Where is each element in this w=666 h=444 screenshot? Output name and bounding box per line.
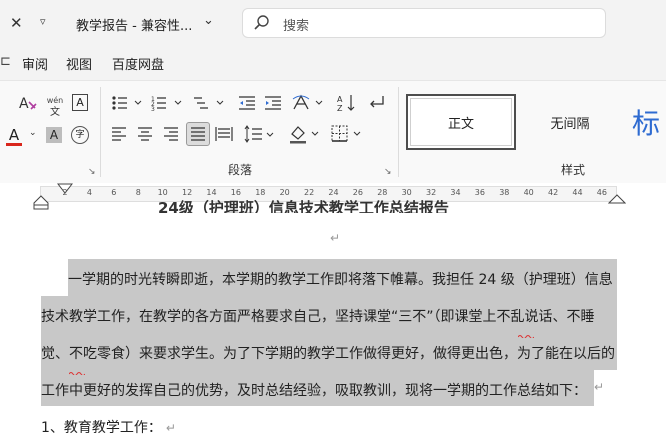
align-center-icon[interactable] — [137, 126, 153, 142]
styles-group-label: 样式 — [561, 163, 586, 177]
close-tab-icon[interactable]: ✕ — [10, 14, 23, 32]
character-shading-icon[interactable]: A — [46, 127, 62, 143]
ruler-tick-label: 10 — [157, 188, 168, 197]
style-normal-label: 正文 — [447, 117, 474, 132]
section-title: 1、教育教学工作： — [41, 420, 162, 436]
ribbon: A wén 文 A A ⌄ A 字 ↘ 1 2 3 A Z 段落 ↘ 正文 无间… — [0, 80, 666, 184]
ruler-tick-label: 28 — [377, 188, 388, 197]
character-border-icon[interactable]: A — [72, 94, 88, 111]
paragraph-mark: ↵ — [594, 380, 605, 394]
show-formatting-marks-icon[interactable] — [366, 93, 386, 113]
font-color-dropdown-icon[interactable]: ⌄ — [29, 128, 37, 138]
font-color-icon[interactable]: A — [6, 125, 22, 146]
ruler-tick-label: 4 — [86, 188, 92, 197]
hanging-indent-marker-icon[interactable] — [33, 195, 49, 211]
spelling-squiggle — [517, 323, 535, 339]
menu-view[interactable]: 视图 — [66, 54, 92, 73]
section-heading[interactable]: 1、教育教学工作： ↵ — [41, 417, 176, 437]
style-no-spacing[interactable]: 无间隔 — [520, 94, 620, 150]
ribbon-separator — [100, 87, 101, 177]
spelling-squiggle — [68, 360, 86, 376]
bullets-icon[interactable] — [111, 93, 153, 113]
ruler-tick-label: 16 — [230, 188, 241, 197]
line-spacing-icon[interactable] — [244, 125, 276, 143]
ribbon-separator — [398, 87, 399, 177]
style-normal[interactable]: 正文 — [406, 94, 516, 150]
justify-icon — [191, 127, 205, 141]
right-indent-marker-icon[interactable] — [608, 193, 626, 205]
ruler-tick-label: 42 — [548, 188, 559, 197]
ruler-tick-label: 26 — [352, 188, 363, 197]
phonetic-guide-icon[interactable]: wén 文 — [46, 93, 64, 118]
svg-text:A: A — [19, 96, 29, 112]
ruler-tick-label: 14 — [206, 188, 217, 197]
align-right-icon[interactable] — [163, 126, 179, 142]
svg-text:3: 3 — [151, 106, 155, 113]
heading-clip: 24级（护理班）信息技术教学工作总结报告 — [120, 199, 540, 213]
paragraph-line[interactable]: 技术教学工作，在教学的各方面严格要求自己，坚持课堂“三不”（即课堂上不乱说话、不… — [41, 306, 595, 326]
ruler-tick-label: 46 — [596, 188, 607, 197]
search-icon — [254, 15, 269, 30]
menu-bar: ⊏ 审阅 视图 百度网盘 — [0, 46, 666, 80]
title-bar: ✕ ▿ 教学报告 - 兼容性... ⌄ 搜索 — [0, 0, 666, 46]
ruler-tick-label: 32 — [426, 188, 437, 197]
ruler-tick-label: 2 — [62, 188, 68, 197]
distributed-align-icon[interactable] — [215, 126, 233, 142]
ruler-tick-label: 24 — [328, 188, 339, 197]
ruler-tick-label: 38 — [499, 188, 510, 197]
menu-partial-icon: ⊏ — [0, 54, 11, 69]
style-no-spacing-label: 无间隔 — [550, 117, 590, 132]
increase-indent-icon[interactable] — [264, 93, 282, 113]
ruler-tick-label: 12 — [182, 188, 193, 197]
paragraph-group-launcher-icon[interactable]: ↘ — [384, 167, 392, 177]
menu-review[interactable]: 审阅 — [22, 54, 48, 73]
align-left-icon[interactable] — [111, 126, 127, 142]
sort-icon[interactable]: A Z — [336, 93, 358, 113]
paragraph-group-label: 段落 — [228, 163, 253, 177]
style-heading-label: 标 — [632, 107, 661, 140]
document-heading[interactable]: 24级（护理班）信息技术教学工作总结报告 — [158, 199, 449, 213]
ruler-tick-label: 44 — [572, 188, 583, 197]
svg-text:Z: Z — [337, 104, 343, 113]
style-heading[interactable]: 标 — [628, 94, 666, 150]
decrease-indent-icon[interactable] — [238, 93, 256, 113]
chinese-layout-icon[interactable] — [292, 93, 326, 113]
borders-icon[interactable] — [331, 124, 365, 144]
search-box[interactable]: 搜索 — [242, 8, 606, 38]
paragraph-line[interactable]: 一学期的时光转瞬即逝，本学期的教学工作即将落下帷幕。我担任 24 级（护理班）信… — [68, 269, 613, 289]
numbering-icon[interactable]: 1 2 3 — [151, 93, 187, 113]
multilevel-list-icon[interactable] — [193, 93, 229, 113]
justify-button[interactable] — [186, 122, 210, 146]
clear-format-icon[interactable]: A — [18, 93, 38, 113]
enclose-characters-icon[interactable]: 字 — [71, 126, 89, 144]
search-placeholder: 搜索 — [283, 19, 310, 34]
ruler-tick-label: 40 — [523, 188, 534, 197]
chevron-down-icon[interactable]: ⌄ — [203, 13, 214, 28]
ruler-tick-label: 34 — [450, 188, 461, 197]
font-group-launcher-icon[interactable]: ↘ — [88, 167, 96, 177]
svg-text:A: A — [337, 95, 343, 104]
menu-baidu-netdisk[interactable]: 百度网盘 — [112, 54, 164, 73]
paragraph-mark: ↵ — [330, 231, 341, 245]
ruler-tick-label: 30 — [401, 188, 412, 197]
ruler-tick-label: 20 — [279, 188, 290, 197]
tab-dropdown-icon[interactable]: ▿ — [40, 15, 46, 28]
ruler-tick-label: 8 — [135, 188, 141, 197]
paragraph-mark: ↵ — [165, 421, 176, 435]
paragraph-line[interactable]: 觉、不吃零食）来要求学生。为了下学期的教学工作做得更好，做得更出色，为了能在以后… — [41, 343, 615, 363]
ruler-tick-label: 6 — [111, 188, 117, 197]
document-title[interactable]: 教学报告 - 兼容性... — [76, 15, 192, 34]
ruler-tick-label: 36 — [474, 188, 485, 197]
ruler-tick-label: 22 — [304, 188, 315, 197]
shading-icon[interactable] — [289, 124, 321, 144]
ruler-tick-label: 18 — [255, 188, 266, 197]
paragraph-line[interactable]: 工作中更好的发挥自己的优势，及时总结经验，吸取教训，现将一学期的工作总结如下： — [41, 380, 587, 400]
